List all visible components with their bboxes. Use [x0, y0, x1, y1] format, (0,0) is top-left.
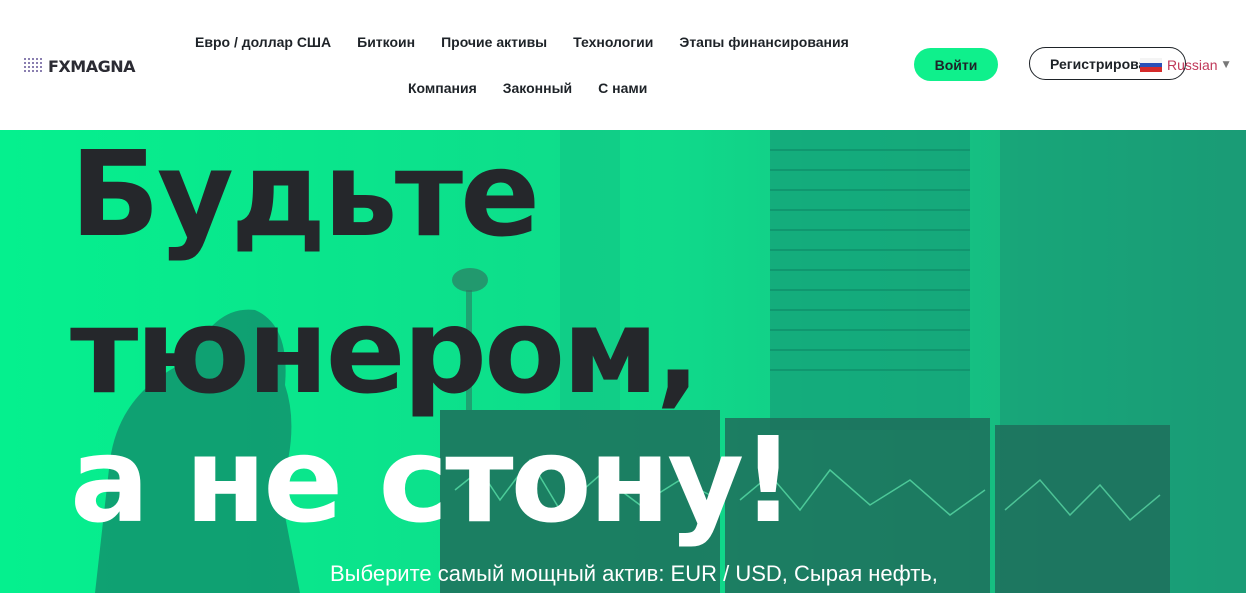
nav-other-assets[interactable]: Прочие активы: [428, 33, 560, 51]
nav-eur-usd[interactable]: Евро / доллар США: [182, 33, 344, 51]
language-selector[interactable]: Russian ▼: [1140, 57, 1230, 73]
main-nav-row-2: Компания Законный С нами: [395, 79, 660, 97]
hero-headline-line-2: тюнером,: [70, 282, 700, 420]
fxmagna-logo[interactable]: FXMAGNA: [24, 56, 135, 76]
hero-subtitle: Выберите самый мощный актив: EUR / USD, …: [330, 561, 938, 586]
hero-section: Будьте тюнером, а не стону! Выберите сам…: [0, 130, 1246, 593]
nav-company[interactable]: Компания: [395, 79, 490, 97]
nav-funding-stages[interactable]: Этапы финансирования: [666, 33, 861, 51]
login-button[interactable]: Войти: [914, 48, 998, 81]
nav-bitcoin[interactable]: Биткоин: [344, 33, 428, 51]
nav-contact[interactable]: С нами: [585, 79, 660, 97]
dot-grid-logo-icon: [24, 58, 42, 72]
site-header: FXMAGNA Евро / доллар США Биткоин Прочие…: [0, 0, 1246, 130]
main-nav-row-1: Евро / доллар США Биткоин Прочие активы …: [182, 33, 862, 51]
hero-headline-line-1: Будьте: [70, 130, 540, 263]
logo-text: FXMAGNA: [48, 56, 135, 76]
nav-legal[interactable]: Законный: [490, 79, 585, 97]
russia-flag-icon: [1140, 58, 1162, 73]
nav-technologies[interactable]: Технологии: [560, 33, 666, 51]
caret-down-icon: ▼: [1222, 60, 1230, 70]
hero-headline-line-3: а не стону!: [70, 411, 795, 549]
language-label: Russian: [1167, 57, 1218, 73]
